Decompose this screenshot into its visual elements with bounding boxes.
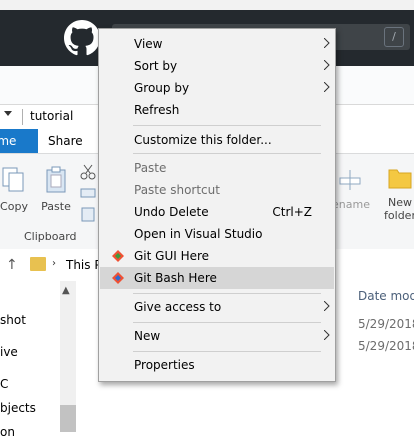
github-logo-icon[interactable] (64, 20, 100, 56)
shortcut-label: Ctrl+Z (272, 205, 312, 219)
menu-item-new[interactable]: New (100, 325, 334, 347)
menu-item-paste-shortcut: Paste shortcut (134, 183, 220, 197)
menu-separator (133, 153, 321, 154)
menu-item-give-access[interactable]: Give access to (100, 296, 334, 318)
scroll-up-arrow-icon[interactable]: ▲ (62, 285, 70, 296)
column-header-date-modified[interactable]: Date modi (358, 289, 414, 303)
menu-item-customize-folder[interactable]: Customize this folder... (100, 129, 334, 151)
copy-button[interactable]: Copy (0, 164, 28, 213)
menu-item-refresh[interactable]: Refresh (100, 99, 334, 121)
tab-share[interactable]: Share (48, 134, 83, 148)
menu-item-group-by[interactable]: Group by (100, 77, 334, 99)
menu-item-paste: Paste (134, 161, 167, 175)
breadcrumb[interactable]: This P (66, 258, 102, 272)
search-shortcut-hint: / (384, 27, 404, 47)
menu-item-properties[interactable]: Properties (100, 354, 334, 376)
breadcrumb-chevron-icon[interactable]: › (52, 258, 56, 269)
menu-separator (133, 293, 321, 294)
window-title: tutorial (30, 109, 74, 123)
cut-icon[interactable] (80, 164, 96, 180)
menu-item-open-visual-studio[interactable]: Open in Visual Studio (100, 223, 334, 245)
menu-separator (133, 125, 321, 126)
rename-icon (339, 170, 361, 190)
quick-access-dropdown-icon[interactable] (4, 111, 12, 116)
menu-item-view[interactable]: View (100, 33, 334, 55)
table-row[interactable]: 5/29/2018 (358, 317, 414, 331)
up-arrow-icon[interactable]: ↑ (6, 257, 18, 273)
menu-separator (133, 351, 321, 352)
git-icon (112, 250, 124, 262)
paste-icon (46, 166, 66, 193)
new-folder-button[interactable]: New folder (380, 164, 414, 222)
context-menu: View Sort by Group by Refresh Customize … (98, 28, 336, 382)
tab-home[interactable]: ome (0, 129, 38, 153)
clipboard-group-label: Clipboard (24, 230, 77, 243)
new-folder-icon (388, 169, 412, 189)
menu-separator (133, 322, 321, 323)
menu-item-undo-delete[interactable]: Undo Delete Ctrl+Z (100, 201, 334, 223)
nav-item[interactable]: C (0, 377, 8, 391)
copy-path-icon[interactable] (80, 188, 96, 198)
paste-shortcut-icon[interactable] (80, 206, 96, 222)
menu-item-git-gui[interactable]: Git GUI Here (100, 245, 334, 267)
git-icon (112, 272, 124, 284)
nav-scrollbar-thumb[interactable] (60, 405, 76, 432)
menu-item-git-bash[interactable]: Git Bash Here (100, 267, 334, 289)
nav-item[interactable]: shot (0, 313, 26, 327)
nav-item[interactable]: ive (0, 345, 18, 359)
copy-icon (2, 167, 24, 192)
browser-tab-strip (0, 0, 414, 10)
menu-item-sort-by[interactable]: Sort by (100, 55, 334, 77)
folder-icon (30, 257, 46, 271)
rename-button[interactable]: ename (332, 198, 370, 211)
title-separator (22, 109, 23, 125)
nav-item[interactable]: on (0, 425, 15, 439)
paste-button[interactable]: Paste (40, 164, 72, 213)
table-row[interactable]: 5/29/2018 (358, 339, 414, 353)
nav-item[interactable]: bjects (0, 401, 36, 415)
